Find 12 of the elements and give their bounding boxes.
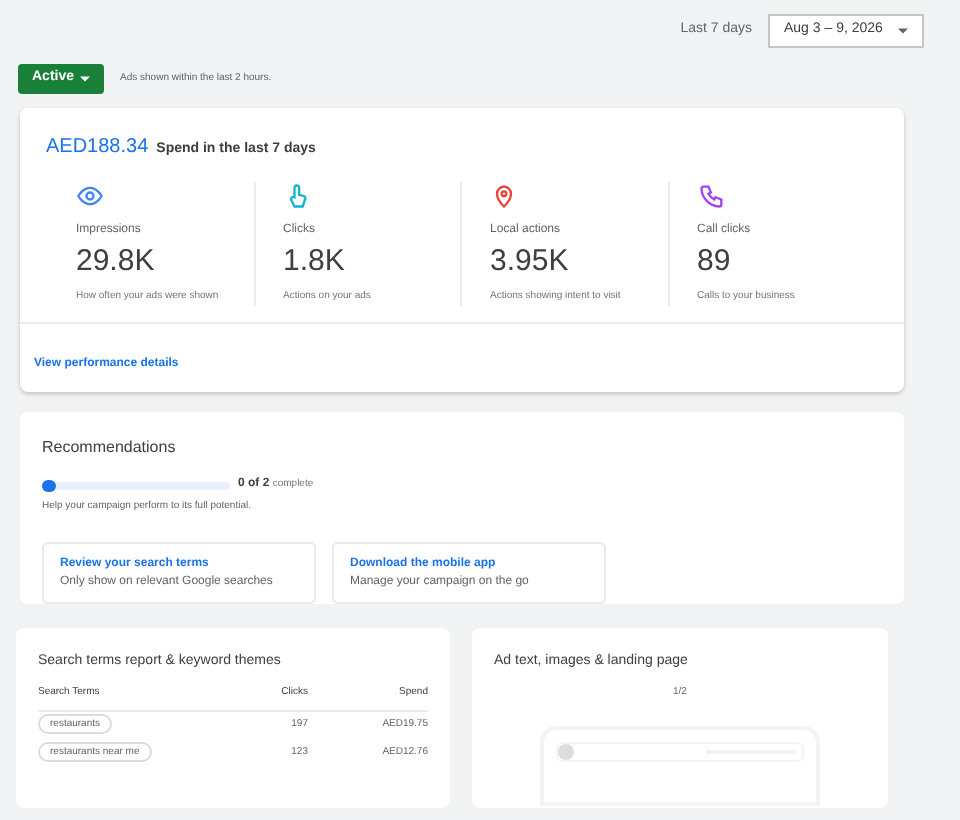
metric-value: 1.8K <box>283 246 347 276</box>
metric-value: 3.95K <box>490 246 571 276</box>
search-icon <box>558 744 574 760</box>
metric-value: 29.8K <box>76 246 157 276</box>
metric-value: 89 <box>697 246 733 276</box>
spend-amount: AED188.34 <box>46 134 149 162</box>
caret-icon <box>80 76 91 82</box>
location-pin-icon <box>490 182 518 210</box>
eye-icon <box>76 182 104 210</box>
caret-icon <box>898 28 908 34</box>
recommendations-title: Recommendations <box>42 436 178 460</box>
phone-icon <box>697 182 725 210</box>
